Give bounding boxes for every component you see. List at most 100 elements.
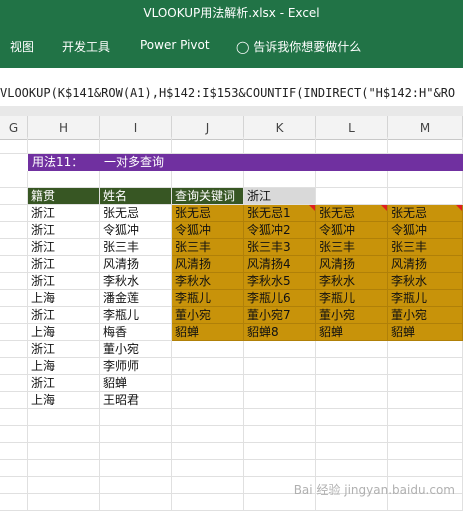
empty-cell[interactable]: [244, 392, 316, 409]
result-cell-k[interactable]: 李瓶儿6: [244, 290, 316, 307]
empty-cell[interactable]: [172, 358, 244, 375]
empty-cell[interactable]: [244, 460, 316, 477]
empty-cell[interactable]: [244, 358, 316, 375]
data-cell-name[interactable]: 风清扬: [100, 256, 172, 273]
empty-cell[interactable]: [244, 426, 316, 443]
data-cell-name[interactable]: 张三丰: [100, 239, 172, 256]
empty-cell[interactable]: [100, 171, 172, 188]
empty-cell[interactable]: [0, 477, 28, 494]
data-cell-region[interactable]: 浙江: [28, 341, 100, 358]
empty-cell[interactable]: [0, 307, 28, 324]
empty-cell[interactable]: [244, 137, 316, 154]
empty-cell[interactable]: [0, 256, 28, 273]
empty-cell[interactable]: [172, 477, 244, 494]
empty-cell[interactable]: [316, 188, 388, 205]
empty-cell[interactable]: [172, 443, 244, 460]
data-cell-name[interactable]: 令狐冲: [100, 222, 172, 239]
result-cell-l[interactable]: 张无忌: [316, 205, 388, 222]
empty-cell[interactable]: [172, 137, 244, 154]
empty-cell[interactable]: [244, 171, 316, 188]
empty-cell[interactable]: [172, 171, 244, 188]
empty-cell[interactable]: [100, 477, 172, 494]
result-cell-l[interactable]: 李秋水: [316, 273, 388, 290]
empty-cell[interactable]: [100, 137, 172, 154]
empty-cell[interactable]: [100, 443, 172, 460]
empty-cell[interactable]: [0, 222, 28, 239]
result-cell-m[interactable]: 令狐冲: [388, 222, 463, 239]
empty-cell[interactable]: [244, 409, 316, 426]
result-cell-l[interactable]: 貂蝉: [316, 324, 388, 341]
empty-cell[interactable]: [316, 171, 388, 188]
result-cell-j[interactable]: 董小宛: [172, 307, 244, 324]
empty-cell[interactable]: [0, 188, 28, 205]
result-cell-j[interactable]: 李秋水: [172, 273, 244, 290]
result-cell-l[interactable]: 董小宛: [316, 307, 388, 324]
empty-cell[interactable]: [0, 392, 28, 409]
empty-cell[interactable]: [172, 341, 244, 358]
empty-cell[interactable]: [0, 460, 28, 477]
result-cell-k[interactable]: 令狐冲2: [244, 222, 316, 239]
result-cell-l[interactable]: 风清扬: [316, 256, 388, 273]
data-cell-name[interactable]: 李秋水: [100, 273, 172, 290]
result-cell-k[interactable]: 风清扬4: [244, 256, 316, 273]
data-cell-name[interactable]: 梅香: [100, 324, 172, 341]
result-cell-k[interactable]: 张无忌1: [244, 205, 316, 222]
empty-cell[interactable]: [28, 460, 100, 477]
result-cell-j[interactable]: 张三丰: [172, 239, 244, 256]
data-cell-name[interactable]: 李瓶儿: [100, 307, 172, 324]
header-cell-j[interactable]: 查询关键词: [172, 188, 244, 205]
result-cell-k[interactable]: 貂蝉8: [244, 324, 316, 341]
empty-cell[interactable]: [388, 460, 463, 477]
empty-cell[interactable]: [100, 494, 172, 511]
result-cell-j[interactable]: 张无忌: [172, 205, 244, 222]
result-cell-m[interactable]: 风清扬: [388, 256, 463, 273]
empty-cell[interactable]: [0, 171, 28, 188]
data-cell-region[interactable]: 浙江: [28, 239, 100, 256]
empty-cell[interactable]: [0, 137, 28, 154]
result-cell-k[interactable]: 董小宛7: [244, 307, 316, 324]
data-cell-name[interactable]: 潘金莲: [100, 290, 172, 307]
data-cell-region[interactable]: 上海: [28, 290, 100, 307]
empty-cell[interactable]: [388, 409, 463, 426]
empty-cell[interactable]: [0, 494, 28, 511]
empty-cell[interactable]: [388, 426, 463, 443]
empty-cell[interactable]: [316, 443, 388, 460]
tab-power-pivot[interactable]: Power Pivot: [140, 38, 210, 52]
empty-cell[interactable]: [388, 358, 463, 375]
empty-cell[interactable]: [388, 392, 463, 409]
result-cell-m[interactable]: 张三丰: [388, 239, 463, 256]
empty-cell[interactable]: [388, 188, 463, 205]
result-cell-l[interactable]: 李瓶儿: [316, 290, 388, 307]
result-cell-m[interactable]: 貂蝉: [388, 324, 463, 341]
result-cell-m[interactable]: 李秋水: [388, 273, 463, 290]
empty-cell[interactable]: [100, 409, 172, 426]
empty-cell[interactable]: [0, 341, 28, 358]
empty-cell[interactable]: [28, 477, 100, 494]
result-cell-j[interactable]: 李瓶儿: [172, 290, 244, 307]
empty-cell[interactable]: [28, 443, 100, 460]
data-cell-region[interactable]: 浙江: [28, 205, 100, 222]
data-cell-region[interactable]: 上海: [28, 358, 100, 375]
data-cell-name[interactable]: 张无忌: [100, 205, 172, 222]
empty-cell[interactable]: [316, 392, 388, 409]
data-cell-name[interactable]: 董小宛: [100, 341, 172, 358]
empty-cell[interactable]: [0, 409, 28, 426]
empty-cell[interactable]: [388, 137, 463, 154]
empty-cell[interactable]: [0, 443, 28, 460]
empty-cell[interactable]: [0, 375, 28, 392]
data-cell-name[interactable]: 李师师: [100, 358, 172, 375]
result-cell-k[interactable]: 李秋水5: [244, 273, 316, 290]
empty-cell[interactable]: [28, 171, 100, 188]
empty-cell[interactable]: [316, 341, 388, 358]
empty-cell[interactable]: [172, 375, 244, 392]
empty-cell[interactable]: [388, 341, 463, 358]
empty-cell[interactable]: [172, 494, 244, 511]
empty-cell[interactable]: [28, 137, 100, 154]
empty-cell[interactable]: [388, 375, 463, 392]
empty-cell[interactable]: [244, 443, 316, 460]
empty-cell[interactable]: [316, 358, 388, 375]
data-cell-name[interactable]: 王昭君: [100, 392, 172, 409]
result-cell-j[interactable]: 貂蝉: [172, 324, 244, 341]
empty-cell[interactable]: [0, 205, 28, 222]
empty-cell[interactable]: [172, 409, 244, 426]
